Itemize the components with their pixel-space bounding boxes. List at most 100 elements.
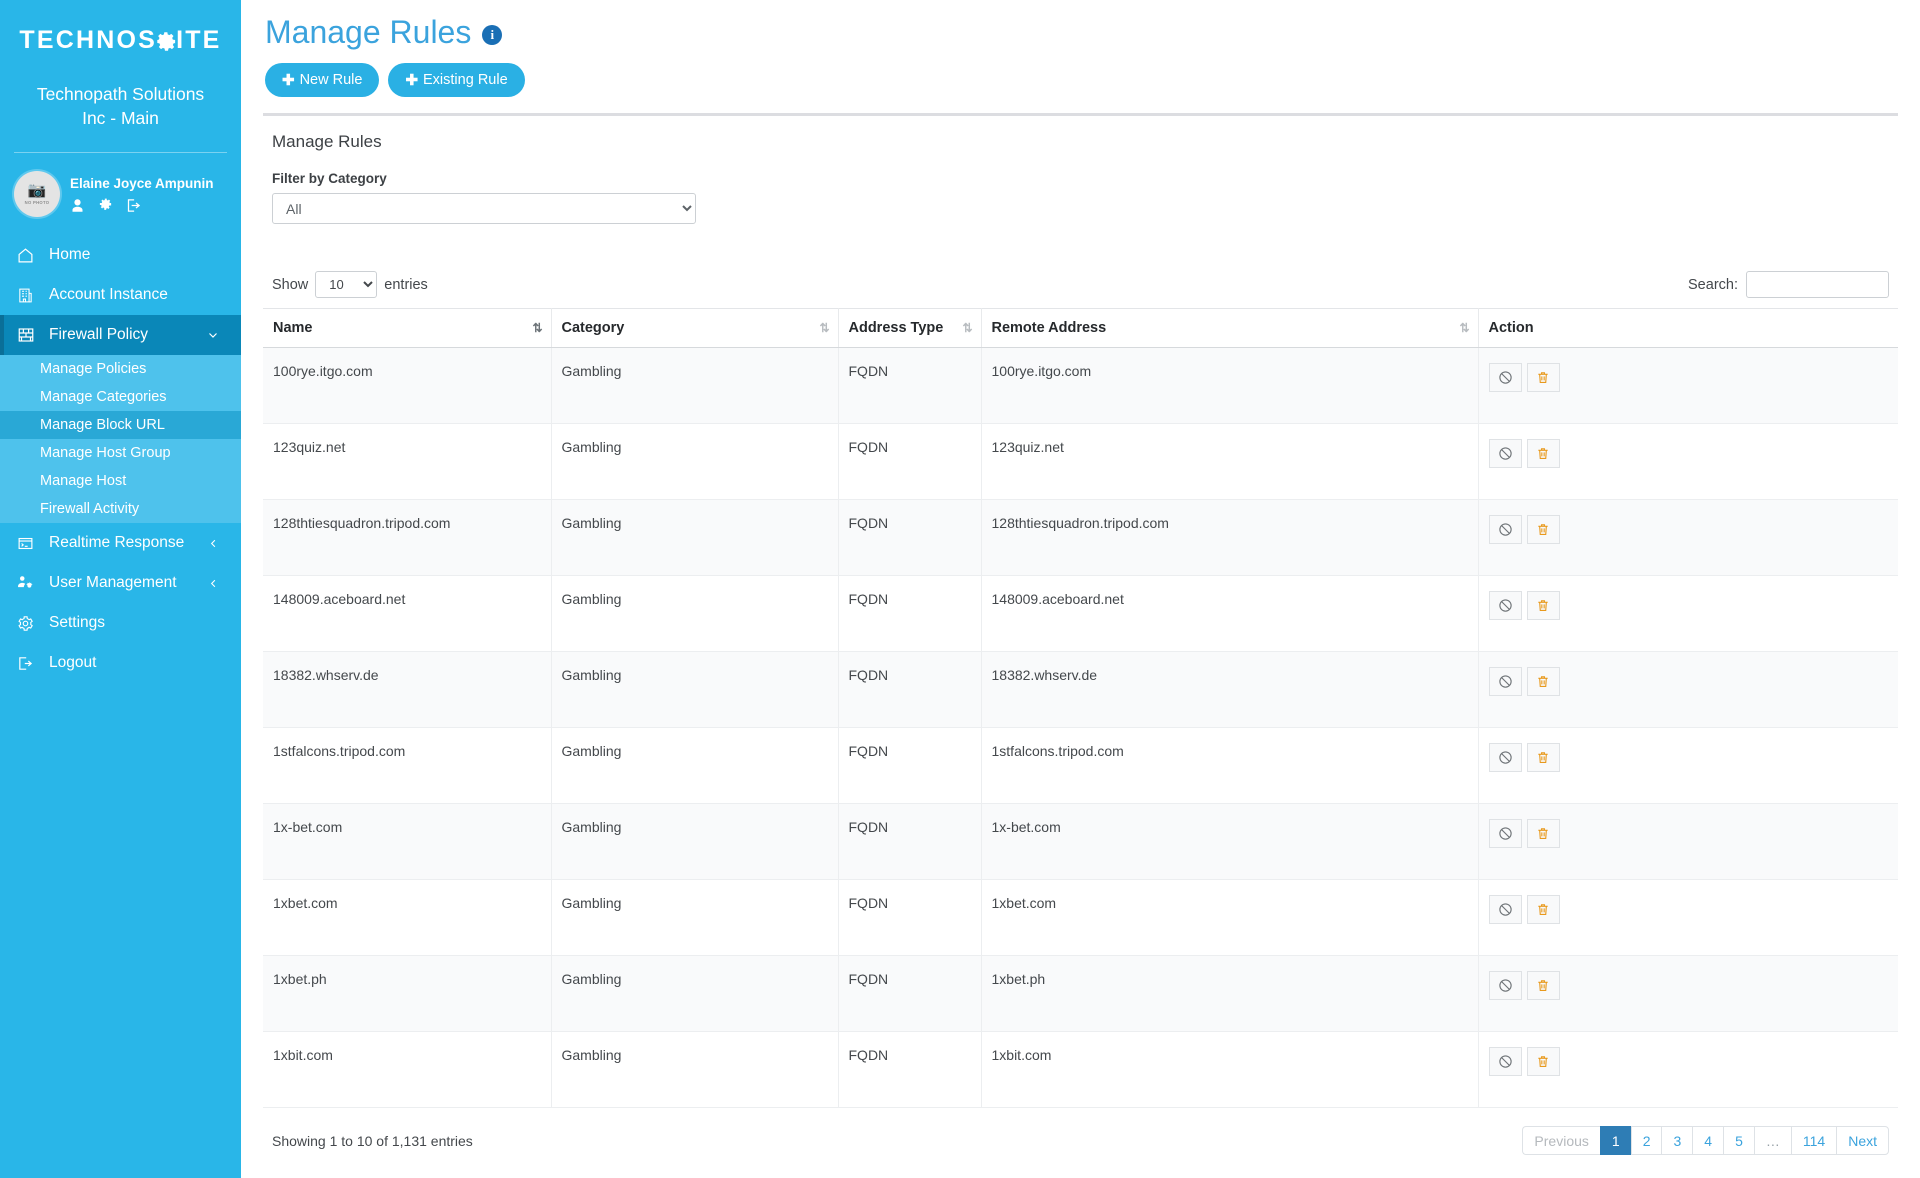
delete-icon[interactable] — [1527, 895, 1560, 924]
cell-remote-address: 1stfalcons.tripod.com — [981, 728, 1478, 804]
user-panel: 📷 NO PHOTO Elaine Joyce Ampunin — [0, 153, 241, 217]
cell-remote-address: 1xbet.ph — [981, 956, 1478, 1032]
existing-rule-button[interactable]: ✚ Existing Rule — [388, 63, 524, 97]
settings-icon[interactable] — [98, 198, 113, 213]
logout-icon — [17, 655, 43, 672]
page-size-select[interactable]: 10 — [315, 271, 377, 298]
sidebar-subitem-manage-policies[interactable]: Manage Policies — [0, 355, 241, 383]
users-cog-icon — [17, 574, 43, 592]
cell-address-type: FQDN — [838, 652, 981, 728]
profile-icon[interactable] — [70, 198, 85, 213]
row-action-group — [1489, 439, 1560, 468]
column-header-action: Action — [1478, 309, 1898, 348]
cell-name: 18382.whserv.de — [263, 652, 551, 728]
block-icon[interactable] — [1489, 515, 1522, 544]
pagination-4[interactable]: 4 — [1692, 1126, 1723, 1155]
showing-entries-text: Showing 1 to 10 of 1,131 entries — [272, 1133, 473, 1149]
new-rule-button[interactable]: ✚ New Rule — [265, 63, 379, 97]
delete-icon[interactable] — [1527, 439, 1560, 468]
pagination-1[interactable]: 1 — [1600, 1126, 1631, 1155]
column-header-address-type[interactable]: Address Type ⇅ — [838, 309, 981, 348]
cell-category: Gambling — [551, 804, 838, 880]
sidebar-subitem-label: Manage Host — [40, 473, 126, 489]
column-label: Action — [1489, 320, 1534, 336]
block-icon[interactable] — [1489, 895, 1522, 924]
sort-icon: ⇅ — [819, 322, 827, 334]
sidebar-subitem-firewall-activity[interactable]: Firewall Activity — [0, 495, 241, 523]
cell-category: Gambling — [551, 652, 838, 728]
table-row: 128thtiesquadron.tripod.comGamblingFQDN1… — [263, 500, 1898, 576]
pagination-5[interactable]: 5 — [1723, 1126, 1754, 1155]
pagination-3[interactable]: 3 — [1661, 1126, 1692, 1155]
filter-by-category-label: Filter by Category — [263, 171, 1898, 186]
category-filter-select[interactable]: All — [272, 193, 696, 224]
sidebar-item-label: Account Instance — [49, 286, 168, 304]
pagination-114[interactable]: 114 — [1791, 1126, 1836, 1155]
column-header-name[interactable]: Name ⇅ — [263, 309, 551, 348]
cell-address-type: FQDN — [838, 348, 981, 424]
block-icon[interactable] — [1489, 1047, 1522, 1076]
column-header-remote-address[interactable]: Remote Address ⇅ — [981, 309, 1478, 348]
user-actions — [70, 198, 214, 213]
info-icon[interactable]: i — [482, 25, 502, 45]
sidebar-nav: Home Account Instance Firewall Policy — [0, 235, 241, 683]
action-button-row: ✚ New Rule ✚ Existing Rule — [263, 63, 1898, 97]
main-content: Manage Rules i ✚ New Rule ✚ Existing Rul… — [241, 0, 1920, 1178]
pagination-2[interactable]: 2 — [1631, 1126, 1662, 1155]
delete-icon[interactable] — [1527, 667, 1560, 696]
sidebar-item-user-management[interactable]: User Management — [0, 563, 241, 603]
table-controls: Show 10 entries Search: — [263, 271, 1898, 298]
sidebar-item-account-instance[interactable]: Account Instance — [0, 275, 241, 315]
sidebar-item-home[interactable]: Home — [0, 235, 241, 275]
sidebar-subitem-manage-host-group[interactable]: Manage Host Group — [0, 439, 241, 467]
delete-icon[interactable] — [1527, 819, 1560, 848]
delete-icon[interactable] — [1527, 363, 1560, 392]
delete-icon[interactable] — [1527, 591, 1560, 620]
plus-icon: ✚ — [405, 71, 418, 89]
delete-icon[interactable] — [1527, 1047, 1560, 1076]
block-icon[interactable] — [1489, 743, 1522, 772]
cell-address-type: FQDN — [838, 880, 981, 956]
block-icon[interactable] — [1489, 667, 1522, 696]
block-icon[interactable] — [1489, 439, 1522, 468]
sidebar-item-realtime-response[interactable]: Realtime Response — [0, 523, 241, 563]
block-icon[interactable] — [1489, 591, 1522, 620]
delete-icon[interactable] — [1527, 515, 1560, 544]
delete-icon[interactable] — [1527, 743, 1560, 772]
brand-logo: TECHNOS ITE — [0, 18, 241, 61]
sidebar-subitem-manage-block-url[interactable]: Manage Block URL — [0, 411, 241, 439]
pagination-next[interactable]: Next — [1836, 1126, 1889, 1155]
terminal-icon — [17, 535, 43, 552]
rules-table: Name ⇅ Category ⇅ Address Type ⇅ — [263, 308, 1898, 1108]
cell-remote-address: 123quiz.net — [981, 424, 1478, 500]
sidebar-subitem-label: Manage Categories — [40, 389, 167, 405]
sidebar-subitem-manage-host[interactable]: Manage Host — [0, 467, 241, 495]
sidebar: TECHNOS ITE Technopath Solutions Inc - M… — [0, 0, 241, 1178]
block-icon[interactable] — [1489, 363, 1522, 392]
sidebar-subitem-label: Manage Host Group — [40, 445, 171, 461]
search-input[interactable] — [1746, 271, 1889, 298]
brand-text-left: TECHNOS — [19, 26, 157, 55]
existing-rule-label: Existing Rule — [423, 72, 508, 88]
delete-icon[interactable] — [1527, 971, 1560, 1000]
sidebar-item-settings[interactable]: Settings — [0, 603, 241, 643]
cell-remote-address: 1x-bet.com — [981, 804, 1478, 880]
plus-icon: ✚ — [282, 71, 295, 89]
logout-icon[interactable] — [126, 198, 141, 213]
table-header-row: Name ⇅ Category ⇅ Address Type ⇅ — [263, 309, 1898, 348]
cell-remote-address: 1xbet.com — [981, 880, 1478, 956]
sidebar-subitem-manage-categories[interactable]: Manage Categories — [0, 383, 241, 411]
block-icon[interactable] — [1489, 819, 1522, 848]
sidebar-item-firewall-policy[interactable]: Firewall Policy — [0, 315, 241, 355]
sidebar-item-label: Logout — [49, 654, 96, 672]
search-label: Search: — [1688, 277, 1738, 293]
block-icon[interactable] — [1489, 971, 1522, 1000]
row-action-group — [1489, 591, 1560, 620]
column-header-category[interactable]: Category ⇅ — [551, 309, 838, 348]
cell-name: 1xbet.com — [263, 880, 551, 956]
sidebar-item-logout[interactable]: Logout — [0, 643, 241, 683]
chevron-left-icon — [208, 578, 219, 589]
cell-name: 1stfalcons.tripod.com — [263, 728, 551, 804]
cell-action — [1478, 804, 1898, 880]
cell-category: Gambling — [551, 956, 838, 1032]
